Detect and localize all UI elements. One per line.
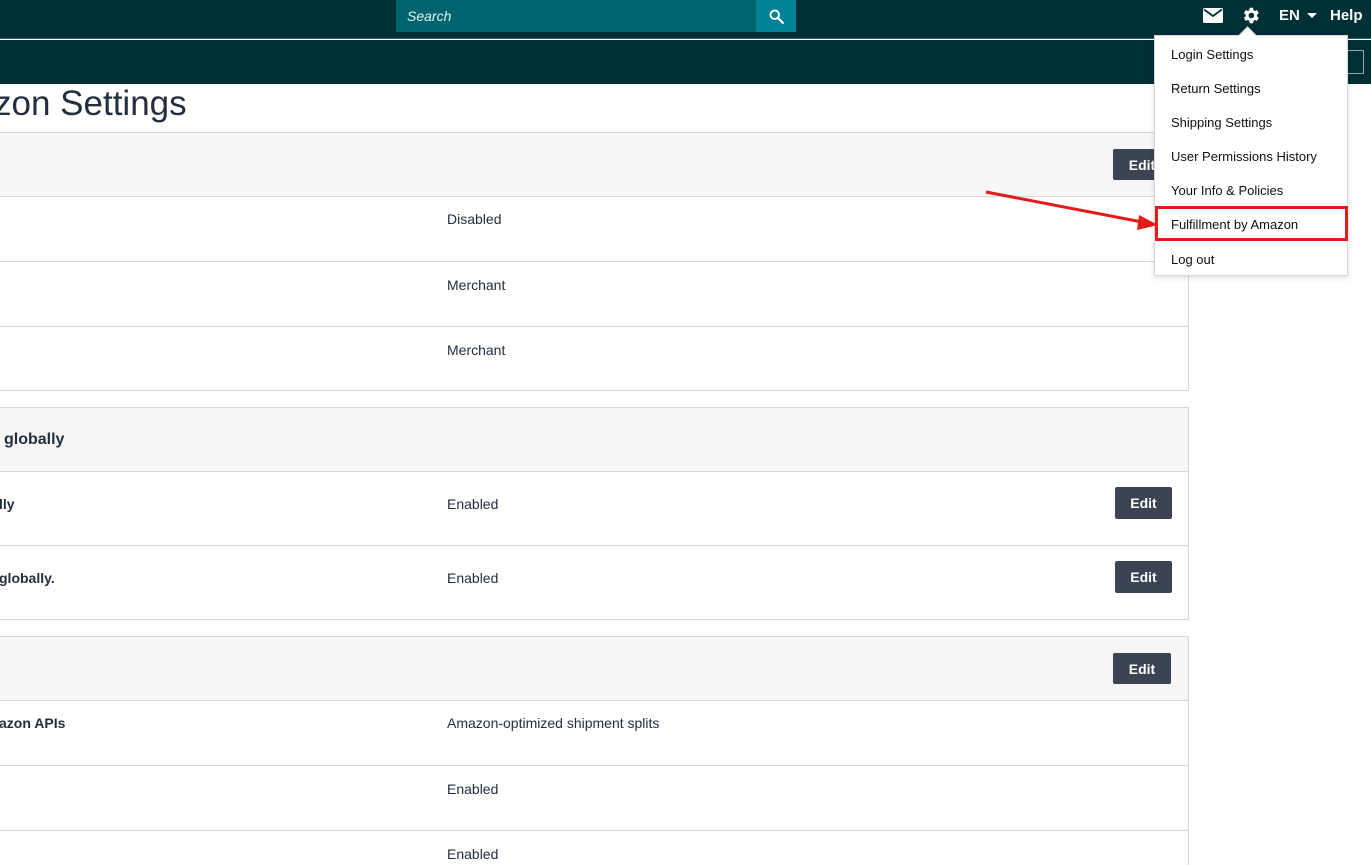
- row-value: Enabled: [447, 570, 499, 586]
- top-nav-bar: EN Help: [0, 0, 1371, 39]
- row-value: Merchant: [447, 342, 506, 358]
- row-label: azon APIs: [0, 715, 66, 731]
- edit-button[interactable]: Edit: [1115, 487, 1172, 519]
- help-link[interactable]: Help: [1330, 7, 1363, 24]
- page-title: zon Settings: [0, 84, 187, 123]
- settings-section-2: globally lly Enabled Edit globally. Enab…: [0, 407, 1189, 620]
- language-label: EN: [1279, 7, 1300, 24]
- search-button[interactable]: [756, 0, 796, 32]
- section-header: globally: [0, 408, 1188, 472]
- row-value: Enabled: [447, 846, 499, 862]
- search-input[interactable]: [396, 0, 756, 32]
- row-value: Enabled: [447, 496, 499, 512]
- settings-section-3: Edit azon APIs Amazon-optimized shipment…: [0, 636, 1189, 865]
- menu-item-your-info-policies[interactable]: Your Info & Policies: [1171, 183, 1283, 198]
- settings-section-1: Edit Disabled Merchant Merchant: [0, 132, 1189, 391]
- table-row: azon APIs Amazon-optimized shipment spli…: [0, 701, 1188, 766]
- mail-icon[interactable]: [1203, 8, 1223, 23]
- row-value: Enabled: [447, 781, 499, 797]
- table-row: lly Enabled Edit: [0, 472, 1188, 546]
- table-row: Disabled: [0, 197, 1188, 262]
- menu-item-login-settings[interactable]: Login Settings: [1171, 47, 1253, 62]
- section-title: globally: [4, 431, 65, 448]
- section-header: Edit: [0, 637, 1188, 701]
- menu-item-user-permissions-history[interactable]: User Permissions History: [1171, 149, 1317, 164]
- section-header: Edit: [0, 133, 1188, 197]
- annotation-highlight-box: [1155, 206, 1348, 241]
- table-row: globally. Enabled Edit: [0, 546, 1188, 619]
- menu-item-log-out[interactable]: Log out: [1171, 252, 1214, 267]
- row-value: Merchant: [447, 277, 506, 293]
- row-value: Amazon-optimized shipment splits: [447, 715, 660, 731]
- edit-button[interactable]: Edit: [1113, 653, 1171, 684]
- row-value: Disabled: [447, 211, 502, 227]
- row-label: globally.: [0, 570, 55, 586]
- row-label: lly: [0, 496, 15, 512]
- menu-item-return-settings[interactable]: Return Settings: [1171, 81, 1261, 96]
- table-row: Merchant: [0, 327, 1188, 390]
- table-row: Enabled: [0, 831, 1188, 865]
- search-icon: [769, 9, 784, 24]
- language-selector[interactable]: EN: [1279, 7, 1317, 24]
- table-row: Enabled: [0, 766, 1188, 831]
- table-row: Merchant: [0, 262, 1188, 327]
- menu-item-shipping-settings[interactable]: Shipping Settings: [1171, 115, 1272, 130]
- search-bar: [396, 0, 796, 32]
- chevron-down-icon: [1306, 13, 1317, 18]
- gear-icon[interactable]: [1240, 5, 1261, 26]
- edit-button[interactable]: Edit: [1115, 561, 1172, 593]
